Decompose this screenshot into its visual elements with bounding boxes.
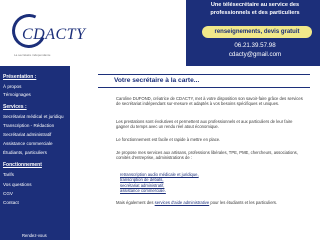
- sidebar-item-secretariat-administratif[interactable]: Secrétariat administratif: [3, 132, 51, 137]
- sidebar-item-transcription[interactable]: Transcription - Rédaction: [3, 123, 54, 128]
- sidebar-item-temoignages[interactable]: Témoignages: [3, 92, 31, 97]
- email-link[interactable]: cdacty@gmail.com: [192, 50, 318, 59]
- sidebar-item-vos-questions[interactable]: Vos questions: [3, 182, 32, 187]
- title-bar: Votre secrétaire à la carte...: [98, 74, 310, 88]
- intro-paragraph: Caroline DUFOND, créatrice de CDACTY, me…: [116, 96, 303, 107]
- quote-button[interactable]: renseignements, devis gratuit: [202, 26, 312, 38]
- logo-text: CDACTY: [22, 26, 86, 43]
- sidebar: Présentation : À propos Témoignages Serv…: [0, 66, 70, 240]
- sidebar-item-secretariat-medical[interactable]: Secrétariat médical et juridiqu: [3, 114, 64, 119]
- contact-banner: Une télésecrétaire au service des profes…: [186, 0, 320, 66]
- page-title: Votre secrétaire à la carte...: [114, 77, 200, 84]
- page: CDACTY La secrétaire indépendante Une té…: [0, 0, 320, 240]
- aide-administrative-link[interactable]: services d'aide administrative: [155, 200, 210, 205]
- sidebar-item-assistance-commerciale[interactable]: Assistance commerciale: [3, 141, 53, 146]
- main-content: Votre secrétaire à la carte... Caroline …: [98, 70, 310, 240]
- sidebar-footer-rendez-vous[interactable]: Rendez-vous: [22, 233, 47, 238]
- sidebar-section-fonctionnement[interactable]: Fonctionnement: [3, 162, 42, 168]
- closing-paragraph: Mais également des services d'aide admin…: [116, 200, 306, 205]
- list-item[interactable]: assistance commerciale.: [120, 188, 300, 193]
- evolution-paragraph: Les prestations sont évolutives et perme…: [116, 119, 293, 130]
- sidebar-item-cgv[interactable]: CGV: [3, 191, 13, 196]
- sidebar-section-services[interactable]: Services :: [3, 104, 27, 110]
- sidebar-item-tarifs[interactable]: Tarifs: [3, 172, 14, 177]
- sidebar-item-contact[interactable]: Contact: [3, 200, 19, 205]
- header-tagline: Une télésecrétaire au service des profes…: [210, 2, 300, 16]
- sidebar-item-a-propos[interactable]: À propos: [3, 84, 21, 89]
- closing-prefix: Mais également des: [116, 200, 154, 205]
- closing-suffix: pour les étudiants et les particuliers.: [210, 200, 278, 205]
- sidebar-section-presentation[interactable]: Présentation :: [3, 74, 36, 80]
- services-list: retranscription audio médicale et juridi…: [120, 172, 300, 194]
- header: CDACTY La secrétaire indépendante Une té…: [0, 0, 320, 66]
- logo-tagline: La secrétaire indépendante: [14, 53, 51, 57]
- phone-number: 06.21.39.57.98: [234, 42, 276, 49]
- sidebar-item-etudiants[interactable]: Étudiants, particuliers: [3, 150, 47, 155]
- functioning-paragraph: Le fonctionnement est facile et rapide à…: [116, 137, 221, 142]
- audience-paragraph: Je propose mes services aux artisans, pr…: [116, 150, 298, 161]
- logo[interactable]: CDACTY La secrétaire indépendante: [7, 8, 85, 66]
